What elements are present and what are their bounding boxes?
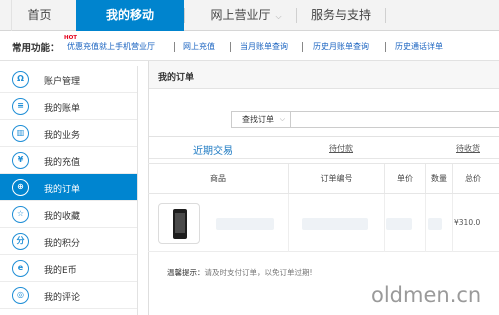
order-search-input[interactable] (291, 111, 499, 128)
quick-link-recharge-app[interactable]: 优惠充值就上手机营业厅 (67, 41, 155, 52)
sidebar-item-ecoin[interactable]: e 我的E币 (0, 255, 137, 282)
sidebar-item-label: 我的评论 (44, 293, 81, 303)
payment-reminder-text: 请及时支付订单，以免订单过期! (204, 268, 313, 277)
phone-icon (173, 209, 187, 239)
quantity-redacted (428, 218, 442, 230)
service-icon: ▥ (12, 125, 29, 142)
quick-links-bar: 常用功能： HOT 优惠充值就上手机营业厅 网上充值 当月账单查询 历史月账单查… (0, 31, 499, 61)
bill-icon: ≡ (12, 98, 29, 115)
panel-header: 我的订单 (149, 61, 499, 89)
sidebar: Ω 账户管理 ≡ 我的账单 ▥ 我的业务 ¥ 我的充值 ⊕ 我的订单 ☆ 我的收… (0, 66, 138, 315)
divider (385, 42, 386, 52)
sidebar-item-comments[interactable]: ◎ 我的评论 (0, 282, 137, 309)
quick-link-history-bill[interactable]: 历史月账单查询 (313, 41, 369, 52)
nav-edge (0, 0, 12, 31)
tab-online-hall[interactable]: 网上营业厅 ⌵ (196, 0, 296, 31)
divider (425, 194, 426, 252)
col-header-total: 总价 (465, 174, 481, 183)
unit-price-redacted (386, 218, 412, 230)
payment-reminder-label: 温馨提示： (167, 268, 205, 277)
sidebar-item-favorites[interactable]: ☆ 我的收藏 (0, 201, 137, 228)
sidebar-item-label: 我的积分 (44, 239, 81, 249)
divider (288, 194, 289, 252)
divider (452, 194, 453, 252)
yuan-icon: ¥ (12, 152, 29, 169)
col-header-unit-price: 单价 (397, 174, 413, 183)
ecoin-icon: e (12, 260, 29, 277)
order-total-price: ¥310.0 (454, 218, 481, 227)
divider (302, 42, 303, 52)
quick-link-online-recharge[interactable]: 网上充值 (183, 41, 215, 52)
divider (174, 42, 175, 52)
order-search-select[interactable]: 查找订单 ⌵ (231, 111, 291, 128)
tab-recent-transactions[interactable]: 近期交易 (193, 142, 233, 157)
payment-reminder: 温馨提示：请及时支付订单，以免订单过期! (167, 267, 313, 278)
sidebar-item-label: 我的订单 (44, 185, 81, 195)
product-thumbnail[interactable] (158, 203, 200, 244)
col-header-quantity: 数量 (431, 174, 447, 183)
divider (184, 8, 185, 23)
divider (384, 194, 385, 252)
top-nav: 首页 我的移动 网上营业厅 ⌵ 服务与支持 (0, 0, 499, 31)
sidebar-item-label: 我的账单 (44, 104, 81, 114)
sidebar-item-label: 我的业务 (44, 131, 81, 141)
page-title: 我的订单 (158, 73, 195, 83)
quick-link-call-details[interactable]: 历史通话详单 (395, 41, 443, 52)
col-header-product: 商品 (210, 174, 226, 183)
order-icon: ⊕ (12, 179, 29, 196)
watermark: oldmen.cn (371, 283, 482, 307)
sidebar-item-label: 我的E币 (44, 266, 77, 276)
divider (296, 8, 297, 23)
quick-links-label: 常用功能： (12, 43, 60, 54)
sidebar-item-label: 账户管理 (44, 77, 81, 87)
sidebar-item-label: 我的充值 (44, 158, 81, 168)
order-filter-tabs: 近期交易 待付款 待收货 (149, 137, 499, 159)
sidebar-item-bill[interactable]: ≡ 我的账单 (0, 93, 137, 120)
tab-service-support[interactable]: 服务与支持 (300, 0, 382, 31)
tab-home[interactable]: 首页 (12, 0, 67, 31)
tab-pending-payment[interactable]: 待付款 (329, 143, 353, 154)
sidebar-item-orders[interactable]: ⊕ 我的订单 (0, 174, 137, 201)
sidebar-item-points[interactable]: 分 我的积分 (0, 228, 137, 255)
tab-pending-receipt[interactable]: 待收货 (456, 143, 480, 154)
sidebar-item-account[interactable]: Ω 账户管理 (0, 66, 137, 93)
orders-table-header: 商品 订单编号 单价 数量 总价 (148, 163, 499, 194)
col-header-order-number: 订单编号 (320, 174, 353, 183)
order-number-redacted (302, 218, 368, 230)
points-icon: 分 (12, 233, 29, 250)
table-row[interactable]: ¥310.0 (148, 194, 499, 252)
comment-icon: ◎ (12, 287, 29, 304)
quick-link-current-bill[interactable]: 当月账单查询 (240, 41, 288, 52)
product-name-redacted (216, 218, 274, 230)
star-icon: ☆ (12, 206, 29, 223)
sidebar-item-recharge[interactable]: ¥ 我的充值 (0, 147, 137, 174)
chevron-down-icon: ⌵ (279, 115, 285, 123)
sidebar-item-label: 我的收藏 (44, 212, 81, 222)
sidebar-item-service[interactable]: ▥ 我的业务 (0, 120, 137, 147)
tab-my-mobile[interactable]: 我的移动 (76, 0, 184, 31)
divider (385, 8, 386, 23)
order-search-select-label: 查找订单 (242, 115, 274, 124)
chevron-down-icon: ⌵ (275, 12, 282, 21)
tab-online-hall-label: 网上营业厅 (210, 8, 271, 22)
user-icon: Ω (12, 71, 29, 88)
divider (230, 42, 231, 52)
